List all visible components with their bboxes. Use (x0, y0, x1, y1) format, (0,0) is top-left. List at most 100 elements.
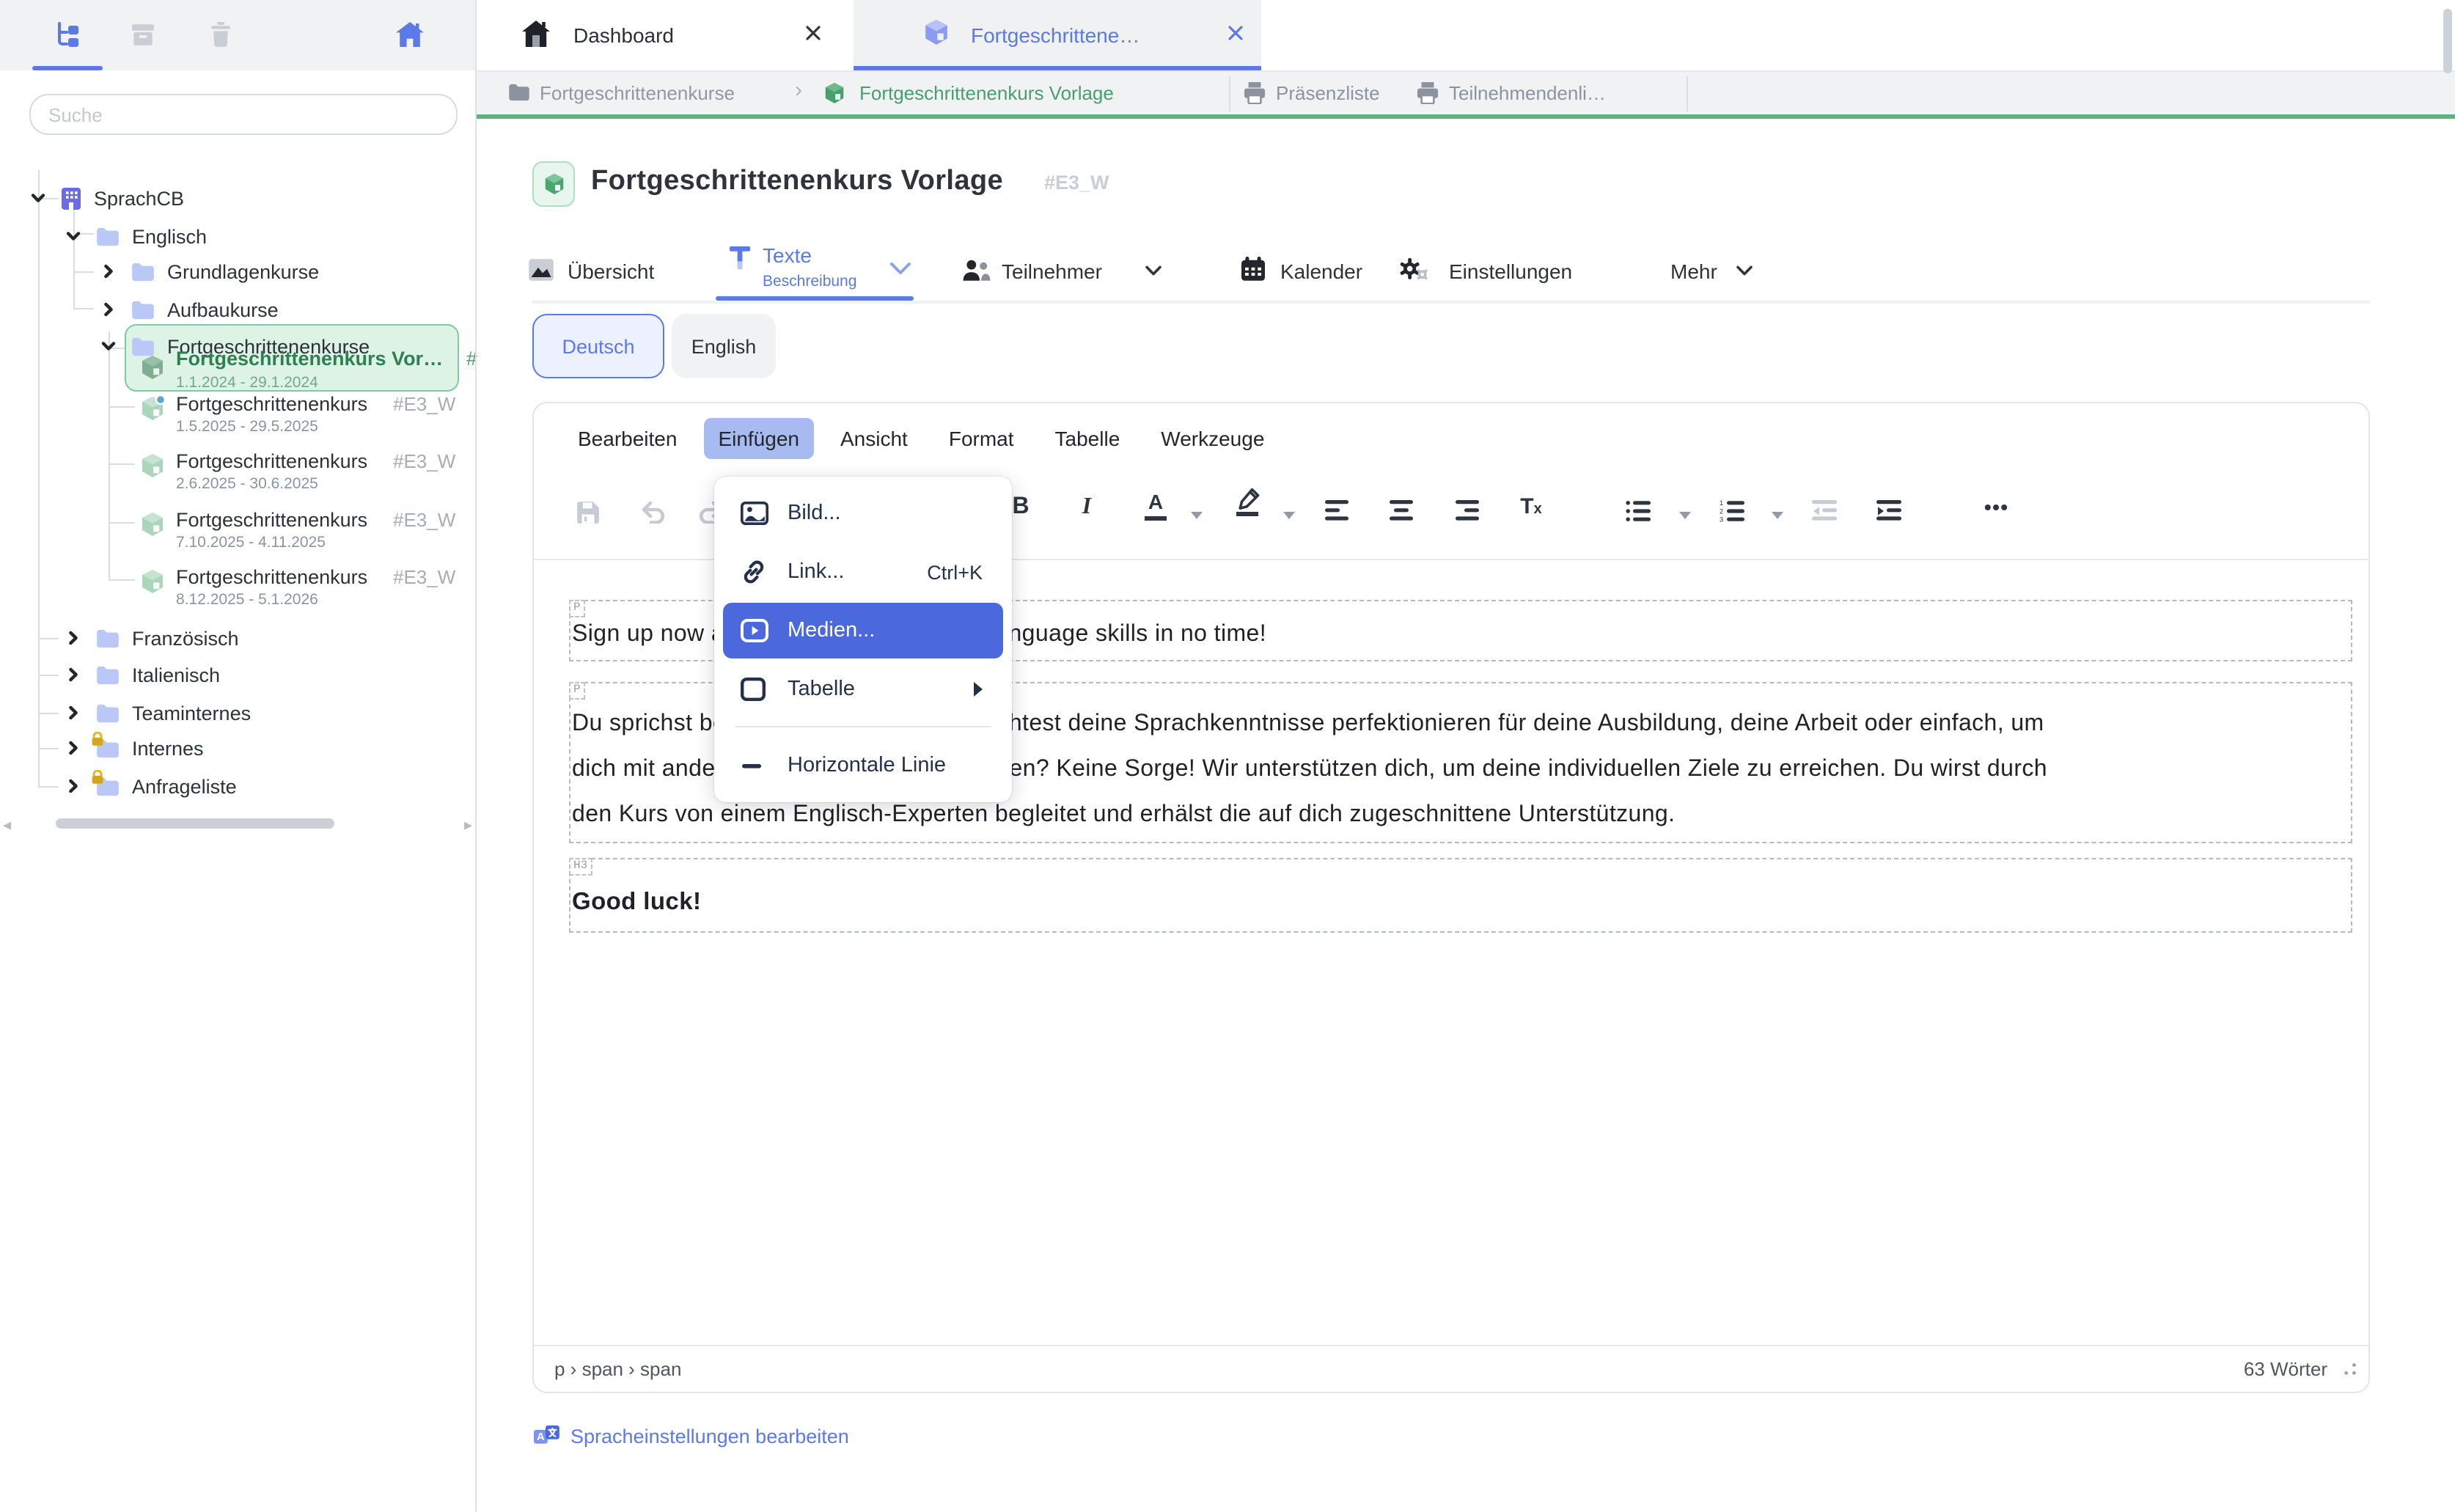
home-icon[interactable] (396, 22, 424, 47)
search-input[interactable] (29, 94, 458, 135)
scrollbar-thumb[interactable] (56, 818, 334, 829)
print-action[interactable]: Teilnehmendenli… (1449, 82, 1606, 104)
tab-teilnehmer[interactable]: Teilnehmer (1002, 260, 1102, 283)
tree-item-folder[interactable]: Englisch (0, 223, 207, 249)
chevron-right-icon[interactable] (65, 629, 82, 647)
tree-item-org[interactable]: SprachCB (0, 185, 184, 211)
course-cube-icon (924, 19, 949, 45)
tree-structure-icon[interactable] (54, 22, 81, 48)
people-icon (962, 260, 991, 282)
dropdown-caret[interactable] (1283, 512, 1295, 519)
align-center-icon[interactable] (1390, 500, 1414, 521)
shortcut-label: Ctrl+K (927, 561, 983, 583)
tab-dashboard[interactable]: Dashboard (485, 0, 854, 70)
divider (1229, 76, 1230, 111)
chevron-right-icon[interactable] (65, 777, 82, 795)
chevron-down-icon[interactable] (1144, 263, 1163, 279)
menu-werkzeuge[interactable]: Werkzeuge (1146, 418, 1279, 459)
menu-einfuegen[interactable]: Einfügen (703, 418, 814, 459)
tab-einstellungen[interactable]: Einstellungen (1449, 260, 1572, 283)
indent-icon[interactable] (1876, 500, 1901, 522)
menu-bearbeiten[interactable]: Bearbeiten (563, 418, 691, 459)
tree-item-folder[interactable]: Grundlagenkurse (0, 258, 319, 285)
italic-icon[interactable]: I (1082, 494, 1091, 521)
highlight-color-icon[interactable] (1236, 488, 1260, 516)
menu-item-medien[interactable]: Medien... (723, 603, 1003, 658)
vertical-scrollbar-thumb[interactable] (2443, 9, 2452, 73)
undo-icon[interactable] (640, 500, 668, 524)
chevron-right-icon[interactable] (65, 739, 82, 757)
chevron-right-icon[interactable] (100, 263, 117, 280)
tab-kalender[interactable]: Kalender (1280, 260, 1362, 283)
dropdown-caret[interactable] (1772, 512, 1783, 519)
tab-label: Fortgeschrittene… (971, 23, 1140, 47)
language-settings-link[interactable]: Spracheinstellungen bearbeiten (570, 1425, 849, 1447)
chevron-down-icon[interactable] (1735, 263, 1754, 279)
menu-item-tabelle[interactable]: Tabelle (723, 661, 1003, 717)
scroll-left-arrow[interactable]: ◂ (3, 815, 11, 834)
language-button-deutsch[interactable]: Deutsch (532, 314, 664, 378)
align-left-icon[interactable] (1325, 500, 1350, 521)
course-cube-icon (141, 569, 164, 594)
element-path[interactable]: p › span › span (554, 1358, 681, 1380)
scroll-right-arrow[interactable]: ▸ (464, 815, 472, 834)
align-right-icon[interactable] (1456, 500, 1480, 521)
lock-icon (91, 769, 104, 784)
menu-format[interactable]: Format (934, 418, 1029, 459)
menu-item-bild[interactable]: Bild... (723, 485, 1003, 541)
course-cube-icon (543, 173, 564, 195)
dropdown-caret[interactable] (1191, 512, 1203, 519)
chevron-down-icon[interactable] (29, 189, 47, 207)
chevron-down-icon[interactable] (889, 258, 912, 279)
menu-item-link[interactable]: Link... Ctrl+K (723, 544, 1003, 600)
clear-formatting-icon[interactable]: Tx (1520, 494, 1541, 521)
breadcrumb-item[interactable]: Fortgeschrittenenkurse (540, 82, 735, 104)
numbered-list-icon[interactable]: 123 (1720, 500, 1744, 522)
language-button-english[interactable]: English (672, 314, 776, 378)
bold-icon[interactable]: B (1012, 494, 1029, 521)
horizontal-rule-icon (741, 762, 770, 769)
tree-item-folder[interactable]: Teaminternes (0, 700, 251, 726)
chevron-down-icon[interactable] (65, 227, 82, 245)
dropdown-caret[interactable] (1679, 512, 1691, 519)
menu-item-horizontale-linie[interactable]: Horizontale Linie (723, 738, 1003, 793)
tree-item-folder[interactable]: Aufbaukurse (0, 296, 279, 323)
folder-icon (97, 738, 119, 757)
printer-icon (1244, 82, 1266, 104)
window-tabstrip: Dashboard Fortgeschrittene… CB (475, 0, 2455, 70)
chevron-right-icon[interactable] (100, 301, 117, 318)
tree-item-folder[interactable]: Französisch (0, 625, 239, 651)
tree-item-folder-locked[interactable]: Internes (0, 735, 204, 761)
menu-tabelle[interactable]: Tabelle (1041, 418, 1135, 459)
tab-uebersicht[interactable]: Übersicht (568, 260, 654, 283)
resize-grip[interactable] (2344, 1362, 2357, 1376)
breadcrumb-item-current[interactable]: Fortgeschrittenenkurs Vorlage (859, 82, 1114, 104)
chevron-down-icon[interactable] (100, 337, 117, 355)
chevron-right-icon[interactable] (65, 704, 82, 722)
horizontal-scrollbar[interactable]: ◂ ▸ (0, 815, 475, 833)
tab-mehr[interactable]: Mehr (1670, 260, 1717, 283)
more-tools-icon[interactable] (1984, 503, 2008, 512)
tab-fortgeschrittenenkurs[interactable]: Fortgeschrittene… (854, 0, 1261, 70)
course-code: #E3_W (393, 566, 455, 588)
editor-heading[interactable]: H3 Good luck! (569, 858, 2352, 933)
menu-ansicht[interactable]: Ansicht (826, 418, 922, 459)
save-icon[interactable] (576, 500, 601, 525)
table-icon (741, 678, 770, 701)
tree-item-folder-locked[interactable]: Anfrageliste (0, 773, 237, 799)
print-action[interactable]: Präsenzliste (1276, 82, 1380, 104)
text-color-icon[interactable]: A (1145, 491, 1167, 521)
close-icon[interactable] (1228, 25, 1244, 41)
folder-icon (132, 262, 154, 281)
lock-icon (91, 731, 104, 746)
trash-icon[interactable] (210, 22, 232, 47)
tree-item-folder[interactable]: Italienisch (0, 661, 220, 688)
archive-icon[interactable] (131, 22, 155, 47)
tabs-divider (532, 301, 2370, 304)
folder-icon (97, 703, 119, 722)
chevron-right-icon[interactable] (65, 666, 82, 683)
tab-texte[interactable]: Texte (763, 243, 812, 267)
bullet-list-icon[interactable] (1626, 500, 1651, 522)
outdent-icon[interactable] (1812, 500, 1837, 522)
close-icon[interactable] (805, 25, 821, 41)
